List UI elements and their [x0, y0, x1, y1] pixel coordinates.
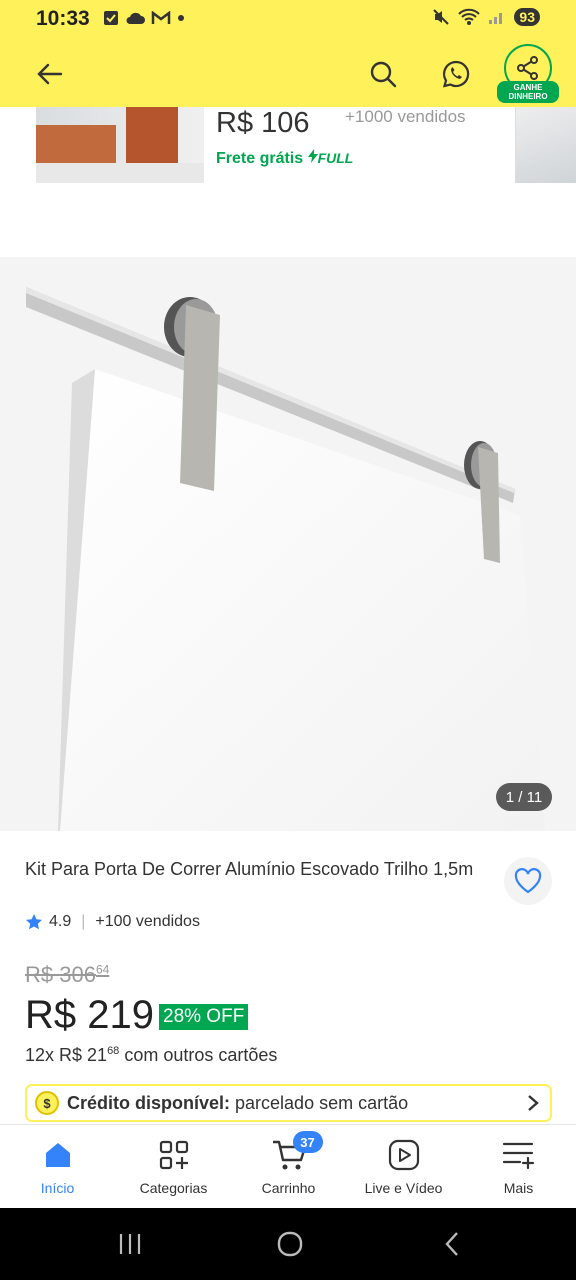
whatsapp-icon — [442, 60, 470, 88]
rating-value: 4.9 — [49, 913, 72, 930]
share-icon — [517, 56, 538, 80]
nav-live-video[interactable]: Live e Vídeo — [346, 1125, 461, 1209]
system-status-icons: 93 — [432, 8, 540, 26]
search-icon — [370, 61, 397, 88]
cloud-icon — [126, 12, 145, 24]
recent-apps-button[interactable] — [110, 1226, 150, 1262]
favorite-button[interactable] — [504, 857, 552, 905]
system-navigation-bar — [0, 1208, 576, 1280]
sold-count: +100 vendidos — [95, 913, 200, 930]
status-time: 10:33 — [36, 7, 90, 30]
free-shipping-label: Frete grátis — [216, 150, 304, 167]
credit-text: parcelado sem cartão — [235, 1092, 409, 1113]
video-play-icon — [388, 1139, 419, 1171]
installments-amount: 12x R$ 21 — [25, 1045, 108, 1065]
battery-indicator: 93 — [514, 8, 540, 26]
nav-cart[interactable]: 37 Carrinho — [231, 1125, 346, 1209]
whatsapp-button[interactable] — [436, 54, 476, 94]
menu-plus-icon — [502, 1142, 534, 1170]
recent-apps-icon — [119, 1234, 141, 1254]
discount-badge: 28% OFF — [159, 1004, 249, 1030]
current-price: R$ 219 — [25, 993, 154, 1037]
related-product-price: R$ 106 — [216, 107, 310, 139]
notification-icons — [103, 10, 185, 26]
earn-money-badge[interactable]: GANHE DINHEIRO — [497, 81, 559, 103]
nav-cart-label: Carrinho — [261, 1180, 316, 1196]
rating-row[interactable]: 4.9 | +100 vendidos — [25, 913, 200, 931]
home-icon — [45, 1143, 70, 1167]
home-system-button[interactable] — [270, 1226, 310, 1262]
original-price-cents: 64 — [95, 962, 110, 977]
related-product-shipping: Frete grátis FULL — [216, 149, 353, 168]
related-product-image-2 — [515, 107, 576, 183]
nav-home-label: Início — [40, 1180, 75, 1196]
lightning-icon — [307, 149, 318, 163]
earn-badge-line1: GANHE — [513, 83, 543, 92]
home-circle-icon — [277, 1231, 303, 1257]
product-image-gallery[interactable]: 1 / 11 — [0, 257, 576, 831]
cart-count-badge: 37 — [292, 1131, 323, 1153]
back-button[interactable] — [30, 54, 70, 94]
image-counter: 1 / 11 — [496, 783, 552, 811]
back-system-button[interactable] — [432, 1226, 472, 1262]
product-image — [26, 287, 545, 831]
nav-home[interactable]: Início — [0, 1125, 115, 1209]
full-badge: FULL — [307, 149, 354, 166]
signal-icon — [489, 13, 503, 24]
chevron-left-icon — [445, 1232, 458, 1256]
search-button[interactable] — [363, 54, 403, 94]
nav-live-video-label: Live e Vídeo — [364, 1180, 443, 1196]
star-icon — [26, 914, 42, 930]
dot-icon — [178, 15, 184, 21]
product-title: Kit Para Porta De Correr Alumínio Escova… — [25, 859, 474, 879]
related-product-card[interactable]: R$ 106 +1000 vendidos Frete grátis FULL — [0, 107, 576, 257]
gmail-icon — [151, 11, 171, 24]
earn-badge-line2: DINHEIRO — [508, 92, 548, 101]
divider: | — [81, 913, 86, 930]
original-price: R$ 30664 — [25, 962, 109, 988]
original-price-main: R$ 306 — [25, 962, 96, 987]
installments-cents: 68 — [107, 1045, 120, 1057]
wifi-icon — [458, 8, 481, 25]
credit-available-banner[interactable]: $ Crédito disponível: parcelado sem cart… — [25, 1084, 552, 1122]
categories-icon — [159, 1140, 188, 1170]
nav-more[interactable]: Mais — [461, 1125, 576, 1209]
coin-icon: $ — [35, 1091, 59, 1115]
app-header: GANHE DINHEIRO — [0, 40, 576, 106]
nav-categories[interactable]: Categorias — [116, 1125, 231, 1209]
installments-text: com outros cartões — [119, 1045, 278, 1065]
arrow-left-icon — [37, 63, 63, 85]
credit-label: Crédito disponível: — [67, 1092, 231, 1113]
nav-more-label: Mais — [503, 1180, 534, 1196]
checkbox-notification-icon — [104, 11, 118, 25]
chevron-right-icon — [528, 1095, 539, 1111]
status-bar: 10:33 93 — [0, 0, 576, 38]
heart-icon — [514, 868, 542, 894]
installments: 12x R$ 2168 com outros cartões — [25, 1045, 277, 1066]
top-bar: 10:33 93 GANHE DINHEIRO — [0, 0, 576, 107]
mute-icon — [433, 9, 450, 25]
full-label: FULL — [317, 150, 354, 166]
bottom-navigation: Início Categorias 37 Carrinho Live e Víd… — [0, 1124, 576, 1208]
related-product-image — [36, 107, 204, 183]
nav-categories-label: Categorias — [139, 1180, 208, 1196]
related-product-sold: +1000 vendidos — [345, 107, 466, 126]
